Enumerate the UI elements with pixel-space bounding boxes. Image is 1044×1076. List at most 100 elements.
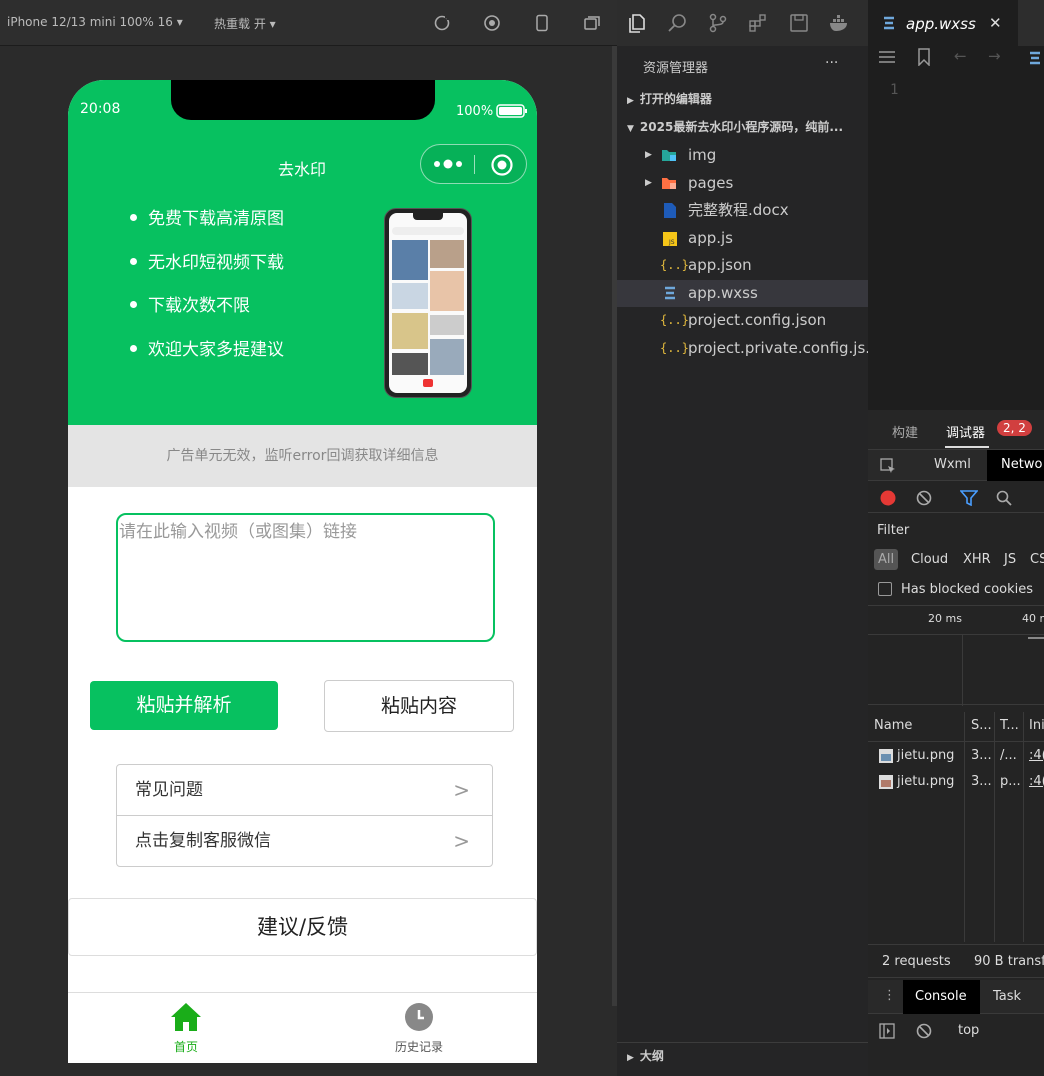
simulator-toolbar: iPhone 12/13 mini 100% 16 ▾ 热重载 开 ▾ <box>0 0 617 46</box>
stop-icon[interactable] <box>483 14 501 32</box>
battery-icon <box>496 104 527 118</box>
tab-build[interactable]: 构建 <box>892 422 918 441</box>
row-status: 3... <box>971 748 992 763</box>
row-initiator[interactable]: :4( <box>1029 748 1044 763</box>
green-header: 20:08 100% 去水印 免费下载高清原图 无水印短视频下载 下载次数不限 … <box>68 80 537 425</box>
save-icon[interactable] <box>789 13 809 33</box>
tab-label: 历史记录 <box>394 1040 443 1054</box>
filter-label: Filter <box>877 523 910 538</box>
filter-xhr[interactable]: XHR <box>963 552 991 567</box>
feature-item: 无水印短视频下载 <box>130 248 284 273</box>
line-number: 1 <box>890 82 899 98</box>
status-time: 20:08 <box>80 101 121 117</box>
menu-item-faq[interactable]: 常见问题 > <box>117 765 492 816</box>
simulator-panel: iPhone 12/13 mini 100% 16 ▾ 热重载 开 ▾ 20:0… <box>0 0 617 1076</box>
table-row[interactable]: jietu.png 3... p... :4( <box>868 770 1044 796</box>
tree-item-project-private-config[interactable]: {..} project.private.config.js... <box>617 335 880 362</box>
tree-item-app-json[interactable]: {..} app.json <box>617 252 868 279</box>
search-icon[interactable] <box>667 13 687 33</box>
filter-all[interactable]: All <box>874 549 899 570</box>
phone-icon[interactable] <box>533 14 551 32</box>
feedback-button[interactable]: 建议/反馈 <box>68 898 537 956</box>
hotreload-toggle[interactable]: 热重载 开 ▾ <box>214 15 276 32</box>
col-status[interactable]: S... <box>971 718 992 733</box>
feature-item: 免费下载高清原图 <box>130 204 284 229</box>
devtools-panel: 构建 调试器 2, 2 Wxml Netwo Filter All Cloud … <box>868 410 1044 1076</box>
editor-tab[interactable]: app.wxss ✕ <box>868 0 1018 46</box>
open-editors-section[interactable]: ▶ 打开的编辑器 <box>617 86 868 113</box>
tree-item-app-js[interactable]: JS app.js <box>617 225 868 252</box>
tree-item-project-config[interactable]: {..} project.config.json <box>617 307 868 334</box>
console-toolbar: top <box>868 1016 1044 1046</box>
forward-arrow-icon[interactable]: → <box>988 47 1001 65</box>
back-arrow-icon[interactable]: ← <box>954 47 967 65</box>
sidebar-toggle-icon[interactable] <box>879 1023 895 1039</box>
outline-section[interactable]: ▶ 大纲 <box>617 1043 868 1070</box>
col-initiator[interactable]: Ini <box>1029 718 1044 733</box>
col-name[interactable]: Name <box>874 718 912 733</box>
task-tab[interactable]: Task <box>993 989 1021 1004</box>
filter-cloud[interactable]: Cloud <box>911 552 948 567</box>
console-tab[interactable]: Console <box>915 989 967 1004</box>
window-icon[interactable] <box>583 14 601 32</box>
project-section[interactable]: ▼ 2025最新去水印小程序源码，纯前... <box>617 114 868 141</box>
devtools-subtabs: Wxml Netwo <box>868 450 1044 481</box>
bookmark-icon[interactable] <box>917 48 931 66</box>
col-type[interactable]: T... <box>1000 718 1019 733</box>
row-initiator[interactable]: :4( <box>1029 774 1044 789</box>
tab-history[interactable]: 历史记录 <box>354 993 484 1063</box>
tab-debugger[interactable]: 调试器 <box>946 422 985 441</box>
image-file-icon <box>879 749 893 763</box>
row-name: jietu.png <box>897 774 955 789</box>
tree-item-app-wxss[interactable]: app.wxss <box>617 280 868 307</box>
paste-content-button[interactable]: 粘贴内容 <box>324 680 514 732</box>
context-select[interactable]: top <box>958 1023 979 1038</box>
search-icon[interactable] <box>996 490 1012 506</box>
tree-item-pages[interactable]: ▶ pages <box>617 170 868 197</box>
filter-css[interactable]: CS <box>1030 552 1044 567</box>
network-timeline: 20 ms 40 n <box>868 605 1044 706</box>
source-control-icon[interactable] <box>708 13 728 33</box>
refresh-icon[interactable] <box>433 14 451 32</box>
clear-icon[interactable] <box>916 490 932 506</box>
device-select[interactable]: iPhone 12/13 mini 100% 16 ▾ <box>7 15 183 29</box>
close-icon[interactable]: ✕ <box>989 14 1002 32</box>
tree-item-docx[interactable]: 完整教程.docx <box>617 197 868 224</box>
network-summary: 2 requests 90 B transf <box>868 944 1044 978</box>
css-file-icon <box>665 286 675 300</box>
tree-item-img[interactable]: ▶ img <box>617 142 868 169</box>
timeline-bar <box>1028 637 1044 639</box>
more-actions-icon[interactable]: ··· <box>825 55 838 71</box>
inspect-icon[interactable] <box>880 458 896 474</box>
menu-item-copy-wechat[interactable]: 点击复制客服微信 > <box>117 816 492 867</box>
home-icon <box>171 1003 201 1031</box>
divider <box>868 634 1044 635</box>
filter-js[interactable]: JS <box>1004 552 1016 567</box>
paste-parse-button[interactable]: 粘贴并解析 <box>90 681 278 730</box>
js-file-icon: JS <box>663 232 677 246</box>
row-type: /... <box>1000 748 1017 763</box>
list-icon[interactable] <box>878 50 896 64</box>
explorer-title: 资源管理器 <box>643 61 709 76</box>
record-icon[interactable] <box>880 490 896 506</box>
filter-type-bar: All Cloud XHR JS CS <box>868 548 1044 576</box>
network-table-header: Name S... T... Ini <box>868 712 1044 742</box>
wxml-tab[interactable]: Wxml <box>934 457 971 472</box>
table-row[interactable]: jietu.png 3... /... :4( <box>868 744 1044 770</box>
network-tab[interactable]: Netwo <box>1001 457 1042 472</box>
link-input-placeholder: 请在此输入视频（或图集）链接 <box>119 522 357 542</box>
tab-home[interactable]: 首页 <box>121 993 251 1063</box>
link-input[interactable]: 请在此输入视频（或图集）链接 <box>116 513 495 642</box>
css-file-icon <box>1030 51 1040 65</box>
drawer-menu-icon[interactable]: ⋮ <box>883 988 896 1003</box>
blocked-cookies-checkbox[interactable] <box>878 582 892 596</box>
json-file-icon: {..} <box>660 313 689 327</box>
blocked-cookies-label: Has blocked cookies <box>901 582 1034 597</box>
filter-icon[interactable] <box>960 490 978 506</box>
extensions-icon[interactable] <box>748 13 768 33</box>
files-icon[interactable] <box>627 13 647 33</box>
docker-icon[interactable] <box>829 13 851 33</box>
clear-icon[interactable] <box>916 1023 932 1039</box>
close-target-icon[interactable] <box>490 153 514 177</box>
more-dots-icon[interactable] <box>432 157 466 171</box>
